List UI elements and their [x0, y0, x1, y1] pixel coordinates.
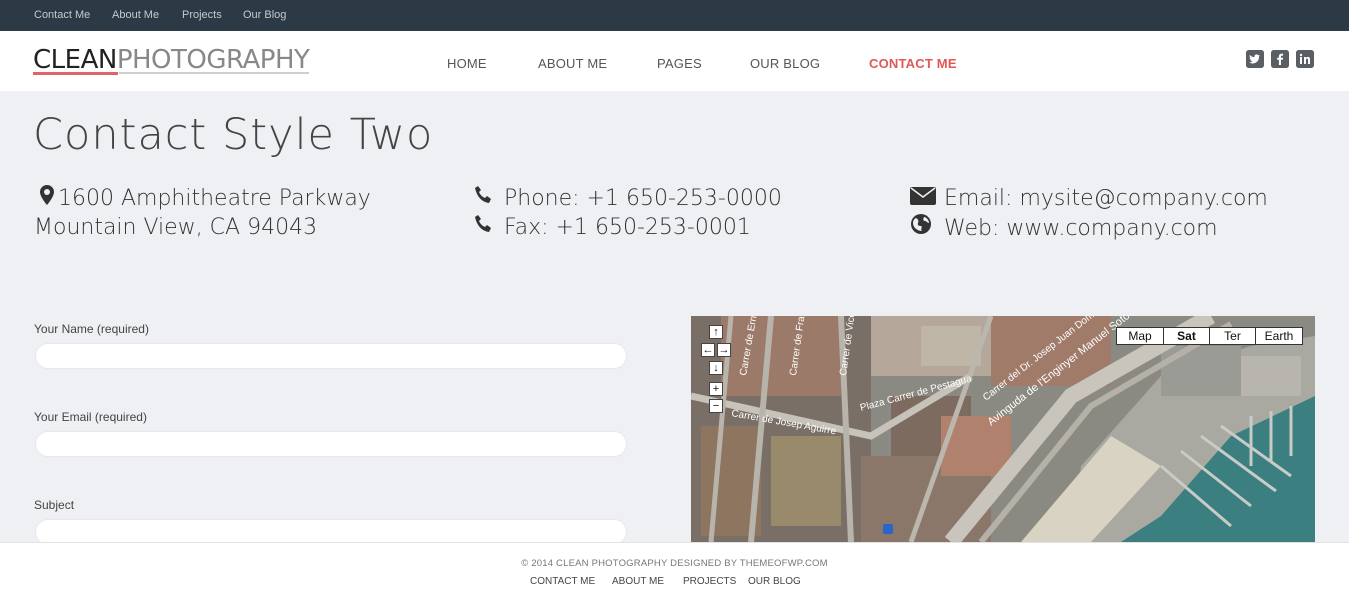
name-label: Your Name (required)	[34, 322, 149, 336]
map-marker-icon	[36, 184, 58, 213]
nav-pages[interactable]: PAGES	[657, 56, 702, 71]
facebook-icon[interactable]	[1271, 50, 1289, 68]
subject-label: Subject	[34, 498, 75, 512]
email-block: Email: mysite@company.com Web: www.compa…	[910, 184, 1268, 243]
page-title: Contact Style Two	[33, 110, 434, 160]
topbar-link-our-blog[interactable]: Our Blog	[243, 9, 286, 21]
footer-link-about-me[interactable]: ABOUT ME	[612, 576, 664, 587]
satellite-imagery: Carrer de Josep Aguirre Plaza Carrer de …	[691, 316, 1315, 542]
top-bar: Contact Me About Me Projects Our Blog	[0, 0, 1349, 31]
pan-down-icon[interactable]: ↓	[709, 361, 723, 375]
web-text[interactable]: Web: www.company.com	[944, 216, 1218, 241]
nav-about-me[interactable]: ABOUT ME	[538, 56, 607, 71]
topbar-link-projects[interactable]: Projects	[182, 9, 222, 21]
fax-phone-icon	[474, 213, 504, 242]
logo-underline-accent	[33, 72, 118, 75]
nav-home[interactable]: HOME	[447, 56, 487, 71]
zoom-out-icon[interactable]: −	[709, 399, 723, 413]
pan-up-icon[interactable]: ↑	[709, 325, 723, 339]
logo-light-text: PHOTOGRAPHY	[116, 45, 310, 75]
twitter-icon[interactable]	[1246, 50, 1264, 68]
email-input[interactable]	[35, 431, 627, 457]
map-type-ter[interactable]: Ter	[1209, 327, 1256, 345]
map-type-earth[interactable]: Earth	[1255, 327, 1303, 345]
nav-our-blog[interactable]: OUR BLOG	[750, 56, 820, 71]
email-text[interactable]: Email: mysite@company.com	[944, 186, 1268, 211]
fax-text: Fax: +1 650-253-0001	[504, 215, 751, 240]
transit-icon	[883, 524, 893, 534]
pan-right-icon[interactable]: →	[717, 343, 731, 357]
map-type-sat[interactable]: Sat	[1163, 327, 1210, 345]
footer-link-contact-me[interactable]: CONTACT ME	[530, 576, 595, 587]
phone-block: Phone: +1 650-253-0000 Fax: +1 650-253-0…	[474, 184, 782, 242]
pan-left-icon[interactable]: ←	[701, 343, 715, 357]
phone-text: Phone: +1 650-253-0000	[504, 186, 782, 211]
footer-copyright: © 2014 CLEAN PHOTOGRAPHY DESIGNED BY THE…	[521, 558, 828, 569]
linkedin-icon[interactable]	[1296, 50, 1314, 68]
globe-icon	[910, 213, 944, 243]
address-block: 1600 Amphitheatre Parkway Mountain View,…	[34, 184, 371, 242]
topbar-link-about-me[interactable]: About Me	[112, 9, 159, 21]
site-header: CLEANPHOTOGRAPHY HOME ABOUT ME PAGES OUR…	[0, 31, 1349, 91]
logo-underline-grey	[119, 72, 309, 74]
zoom-in-icon[interactable]: +	[709, 382, 723, 396]
envelope-icon	[910, 184, 944, 213]
google-map[interactable]: Carrer de Josep Aguirre Plaza Carrer de …	[691, 316, 1315, 542]
nav-contact-me[interactable]: CONTACT ME	[869, 56, 957, 71]
phone-icon	[474, 184, 504, 213]
map-type-map[interactable]: Map	[1116, 327, 1164, 345]
name-input[interactable]	[35, 343, 627, 369]
site-logo[interactable]: CLEANPHOTOGRAPHY	[33, 45, 310, 75]
site-footer: © 2014 CLEAN PHOTOGRAPHY DESIGNED BY THE…	[0, 542, 1349, 596]
topbar-link-contact-me[interactable]: Contact Me	[34, 9, 90, 21]
address-line-2: Mountain View, CA 94043	[34, 215, 318, 240]
footer-link-our-blog[interactable]: OUR BLOG	[748, 576, 801, 587]
email-label: Your Email (required)	[34, 410, 147, 424]
address-line-1: 1600 Amphitheatre Parkway	[58, 186, 371, 211]
logo-bold-text: CLEAN	[33, 45, 117, 75]
footer-link-projects[interactable]: PROJECTS	[683, 576, 736, 587]
